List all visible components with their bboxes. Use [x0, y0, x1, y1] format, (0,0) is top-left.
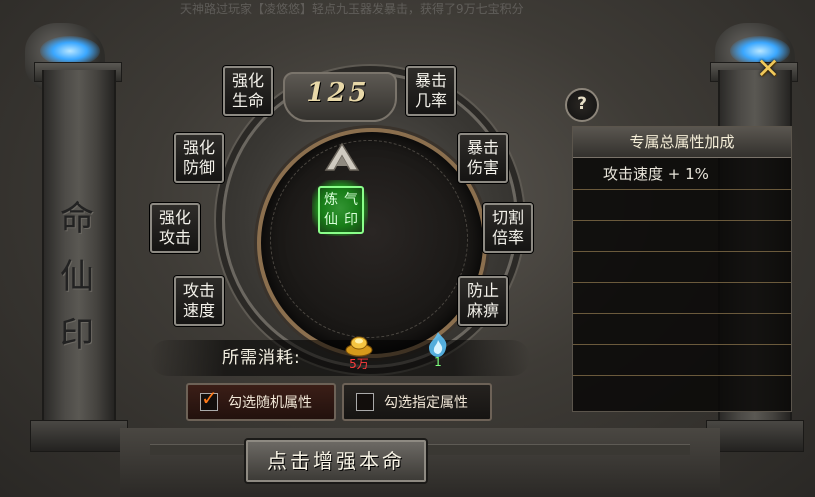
stat-crit-rate[interactable]: 暴击 几率 [406, 66, 456, 116]
right-pillar-base [706, 420, 804, 452]
stat-label: 防止 [466, 281, 499, 300]
stat-anti-paralysis[interactable]: 防止 麻痹 [458, 276, 508, 326]
stat-label: 强化 [231, 71, 264, 90]
pillar-char: 印 [60, 315, 94, 355]
cost-bar [150, 340, 530, 376]
specific-attribute-option[interactable]: 勾选指定属性 [342, 383, 492, 421]
stat-label: 伤害 [466, 158, 499, 177]
specific-attribute-label: 勾选指定属性 [384, 395, 468, 411]
background-broadcast-text: 天神路过玩家【凌悠悠】轻点九玉器发暴击，获得了9万七宝积分 [180, 2, 524, 16]
enhance-destiny-button[interactable]: 点击增强本命 [246, 440, 426, 482]
panel-row [573, 251, 791, 283]
stat-strengthen-attack[interactable]: 强化 攻击 [150, 203, 200, 253]
panel-row [573, 282, 791, 314]
checkmark-icon: ✓ [201, 386, 218, 410]
stat-label: 强化 [158, 208, 191, 227]
stat-label: 防御 [182, 158, 215, 177]
stat-label: 倍率 [491, 228, 524, 247]
panel-row [573, 313, 791, 345]
random-attribute-checkbox[interactable]: ✓ [200, 388, 218, 411]
stat-label: 速度 [182, 301, 215, 320]
seal-char: 气 [344, 192, 358, 208]
random-attribute-option[interactable]: ✓ 勾选随机属性 [186, 383, 336, 421]
seal-disc-ring [270, 140, 468, 338]
seal-icon: 炼 气 仙 印 [318, 186, 364, 234]
stat-label: 暴击 [466, 138, 499, 157]
spirit-cost-amount: 1 [434, 355, 442, 369]
seal-char: 仙 [324, 212, 338, 228]
seal-char: 印 [344, 212, 358, 228]
stat-cut-rate[interactable]: 切割 倍率 [483, 203, 533, 253]
pillar-inscription: 命 仙 印 [42, 190, 112, 364]
stat-strengthen-hp[interactable]: 强化 生命 [223, 66, 273, 116]
help-button[interactable]: ? [565, 88, 599, 122]
seal-char: 炼 [324, 192, 338, 208]
panel-title: 专属总属性加成 [573, 127, 791, 158]
stat-label: 攻击 [158, 228, 191, 247]
stat-crit-damage[interactable]: 暴击 伤害 [458, 133, 508, 183]
stat-label: 麻痹 [466, 301, 499, 320]
stat-attack-speed[interactable]: 攻击 速度 [174, 276, 224, 326]
stat-label: 暴击 [414, 71, 447, 90]
cost-label: 所需消耗: [222, 348, 301, 368]
close-icon[interactable]: ✕ [752, 54, 784, 84]
panel-row [573, 220, 791, 252]
stat-label: 攻击 [182, 281, 215, 300]
stat-strengthen-defense[interactable]: 强化 防御 [174, 133, 224, 183]
panel-row [573, 158, 791, 190]
left-pillar-base [30, 420, 128, 452]
level-number: 125 [306, 78, 370, 108]
pillar-char: 仙 [60, 257, 94, 297]
stat-label: 强化 [182, 138, 215, 157]
stat-label: 几率 [414, 91, 447, 110]
attribute-bonus-panel: 专属总属性加成 攻击速度 + 1% [572, 126, 792, 412]
specific-attribute-checkbox[interactable] [356, 393, 374, 411]
stat-label: 切割 [491, 208, 524, 227]
stat-label: 生命 [231, 91, 264, 110]
panel-row [573, 344, 791, 376]
panel-row [573, 189, 791, 221]
upgrade-arrow-icon [324, 142, 360, 171]
game-window: 天神路过玩家【凌悠悠】轻点九玉器发暴击，获得了9万七宝积分 命 仙 印 125 … [0, 0, 815, 497]
pillar-char: 命 [60, 199, 94, 239]
random-attribute-label: 勾选随机属性 [228, 395, 312, 411]
gold-cost-amount: 5万 [349, 357, 369, 371]
